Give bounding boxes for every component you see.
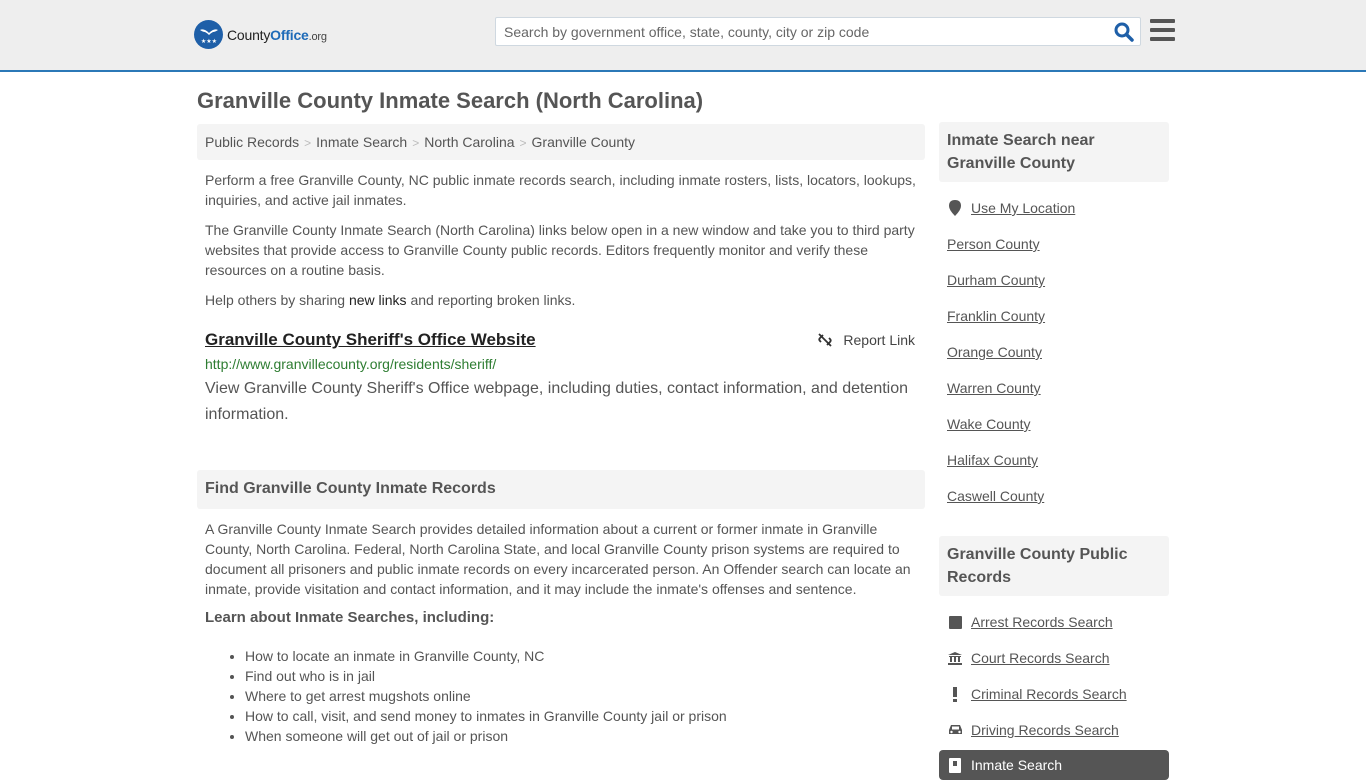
map-pin-icon: [947, 200, 963, 216]
exclamation-icon: [947, 686, 963, 702]
county-link-orange[interactable]: Orange County: [947, 344, 1042, 360]
inmate-icon: [947, 757, 963, 773]
svg-text:★★★: ★★★: [200, 38, 216, 45]
search-input[interactable]: [496, 18, 1106, 45]
disclaimer-paragraph: The Granville County Inmate Search (Nort…: [205, 222, 915, 278]
county-link-halifax[interactable]: Halifax County: [947, 452, 1038, 468]
public-record-item: Criminal Records Search: [947, 676, 1161, 712]
breadcrumb-granville-county[interactable]: Granville County: [532, 134, 636, 150]
breadcrumb-inmate-search[interactable]: Inmate Search: [316, 134, 407, 150]
nearby-county-item: Wake County: [947, 406, 1161, 442]
site-search: [495, 17, 1141, 46]
topic-item: How to call, visit, and send money to in…: [245, 706, 925, 726]
site-header: ★★★ CountyOffice.org: [0, 0, 1366, 72]
county-link-warren[interactable]: Warren County: [947, 380, 1041, 396]
car-icon: [947, 724, 963, 736]
logo-text: CountyOffice.org: [227, 26, 327, 43]
square-icon: [947, 615, 963, 629]
find-records-body: A Granville County Inmate Search provide…: [205, 521, 911, 597]
nearby-county-item: Orange County: [947, 334, 1161, 370]
breadcrumb-separator: >: [304, 136, 312, 150]
use-my-location-link[interactable]: Use My Location: [971, 200, 1075, 216]
share-paragraph: Help others by sharing new links and rep…: [205, 292, 576, 308]
result-url: http://www.granvillecounty.org/residents…: [205, 356, 497, 372]
topic-item: When someone will get out of jail or pri…: [245, 726, 925, 746]
new-links-link[interactable]: new links: [349, 292, 407, 308]
topic-item: Where to get arrest mugshots online: [245, 686, 925, 706]
main-content: Perform a free Granville County, NC publ…: [197, 170, 925, 746]
nearby-county-item: Warren County: [947, 370, 1161, 406]
search-icon: [1114, 22, 1134, 42]
nearby-county-item: Durham County: [947, 262, 1161, 298]
find-records-heading: Find Granville County Inmate Records: [197, 470, 925, 509]
public-record-item: Arrest Records Search: [947, 604, 1161, 640]
result-title-link[interactable]: Granville County Sheriff's Office Websit…: [205, 330, 536, 349]
sidebar-nearby: Inmate Search near Granville County Use …: [939, 122, 1169, 514]
sidebar-public-records-heading: Granville County Public Records: [939, 536, 1169, 596]
public-records-list: Arrest Records Search Court Records Sear…: [939, 604, 1169, 748]
menu-bar: [1150, 19, 1175, 23]
public-record-item: Court Records Search: [947, 640, 1161, 676]
result-item: Granville County Sheriff's Office Websit…: [197, 330, 925, 428]
county-link-caswell[interactable]: Caswell County: [947, 488, 1044, 504]
topic-item: Find out who is in jail: [245, 666, 925, 686]
eagle-logo-icon: ★★★: [194, 20, 223, 49]
breadcrumb-separator: >: [412, 136, 420, 150]
breadcrumb-public-records[interactable]: Public Records: [205, 134, 299, 150]
nearby-county-item: Caswell County: [947, 478, 1161, 514]
inmate-search-active-item[interactable]: Inmate Search: [939, 750, 1169, 780]
site-logo[interactable]: ★★★ CountyOffice.org: [194, 20, 327, 49]
driving-records-link[interactable]: Driving Records Search: [971, 722, 1119, 738]
use-location-item: Use My Location: [947, 190, 1161, 226]
menu-bar: [1150, 37, 1175, 41]
breadcrumb-north-carolina[interactable]: North Carolina: [424, 134, 514, 150]
public-record-item: Driving Records Search: [947, 712, 1161, 748]
county-link-person[interactable]: Person County: [947, 236, 1040, 252]
page-title: Granville County Inmate Search (North Ca…: [197, 88, 704, 113]
nearby-list: Use My Location Person County Durham Cou…: [939, 190, 1169, 514]
nearby-county-item: Person County: [947, 226, 1161, 262]
nearby-county-item: Franklin County: [947, 298, 1161, 334]
sidebar-public-records: Granville County Public Records Arrest R…: [939, 536, 1169, 748]
intro-paragraph: Perform a free Granville County, NC publ…: [205, 172, 916, 208]
hamburger-menu-button[interactable]: [1150, 19, 1175, 41]
result-description: View Granville County Sheriff's Office w…: [205, 380, 909, 423]
county-link-durham[interactable]: Durham County: [947, 272, 1045, 288]
search-button[interactable]: [1114, 22, 1134, 42]
topic-item: How to locate an inmate in Granville Cou…: [245, 646, 925, 666]
county-link-wake[interactable]: Wake County: [947, 416, 1031, 432]
report-link-button[interactable]: Report Link: [817, 332, 915, 348]
menu-bar: [1150, 28, 1175, 32]
criminal-records-link[interactable]: Criminal Records Search: [971, 686, 1127, 702]
sidebar-nearby-heading: Inmate Search near Granville County: [939, 122, 1169, 182]
broken-link-icon: [818, 333, 833, 347]
topics-list: How to locate an inmate in Granville Cou…: [197, 646, 925, 746]
breadcrumb: Public Records > Inmate Search > North Carol…: [197, 124, 925, 160]
breadcrumb-separator: >: [519, 136, 527, 150]
court-records-link[interactable]: Court Records Search: [971, 650, 1110, 666]
arrest-records-link[interactable]: Arrest Records Search: [971, 614, 1113, 630]
learn-heading: Learn about Inmate Searches, including:: [205, 609, 495, 626]
county-link-franklin[interactable]: Franklin County: [947, 308, 1045, 324]
nearby-county-item: Halifax County: [947, 442, 1161, 478]
courthouse-icon: [947, 651, 963, 665]
